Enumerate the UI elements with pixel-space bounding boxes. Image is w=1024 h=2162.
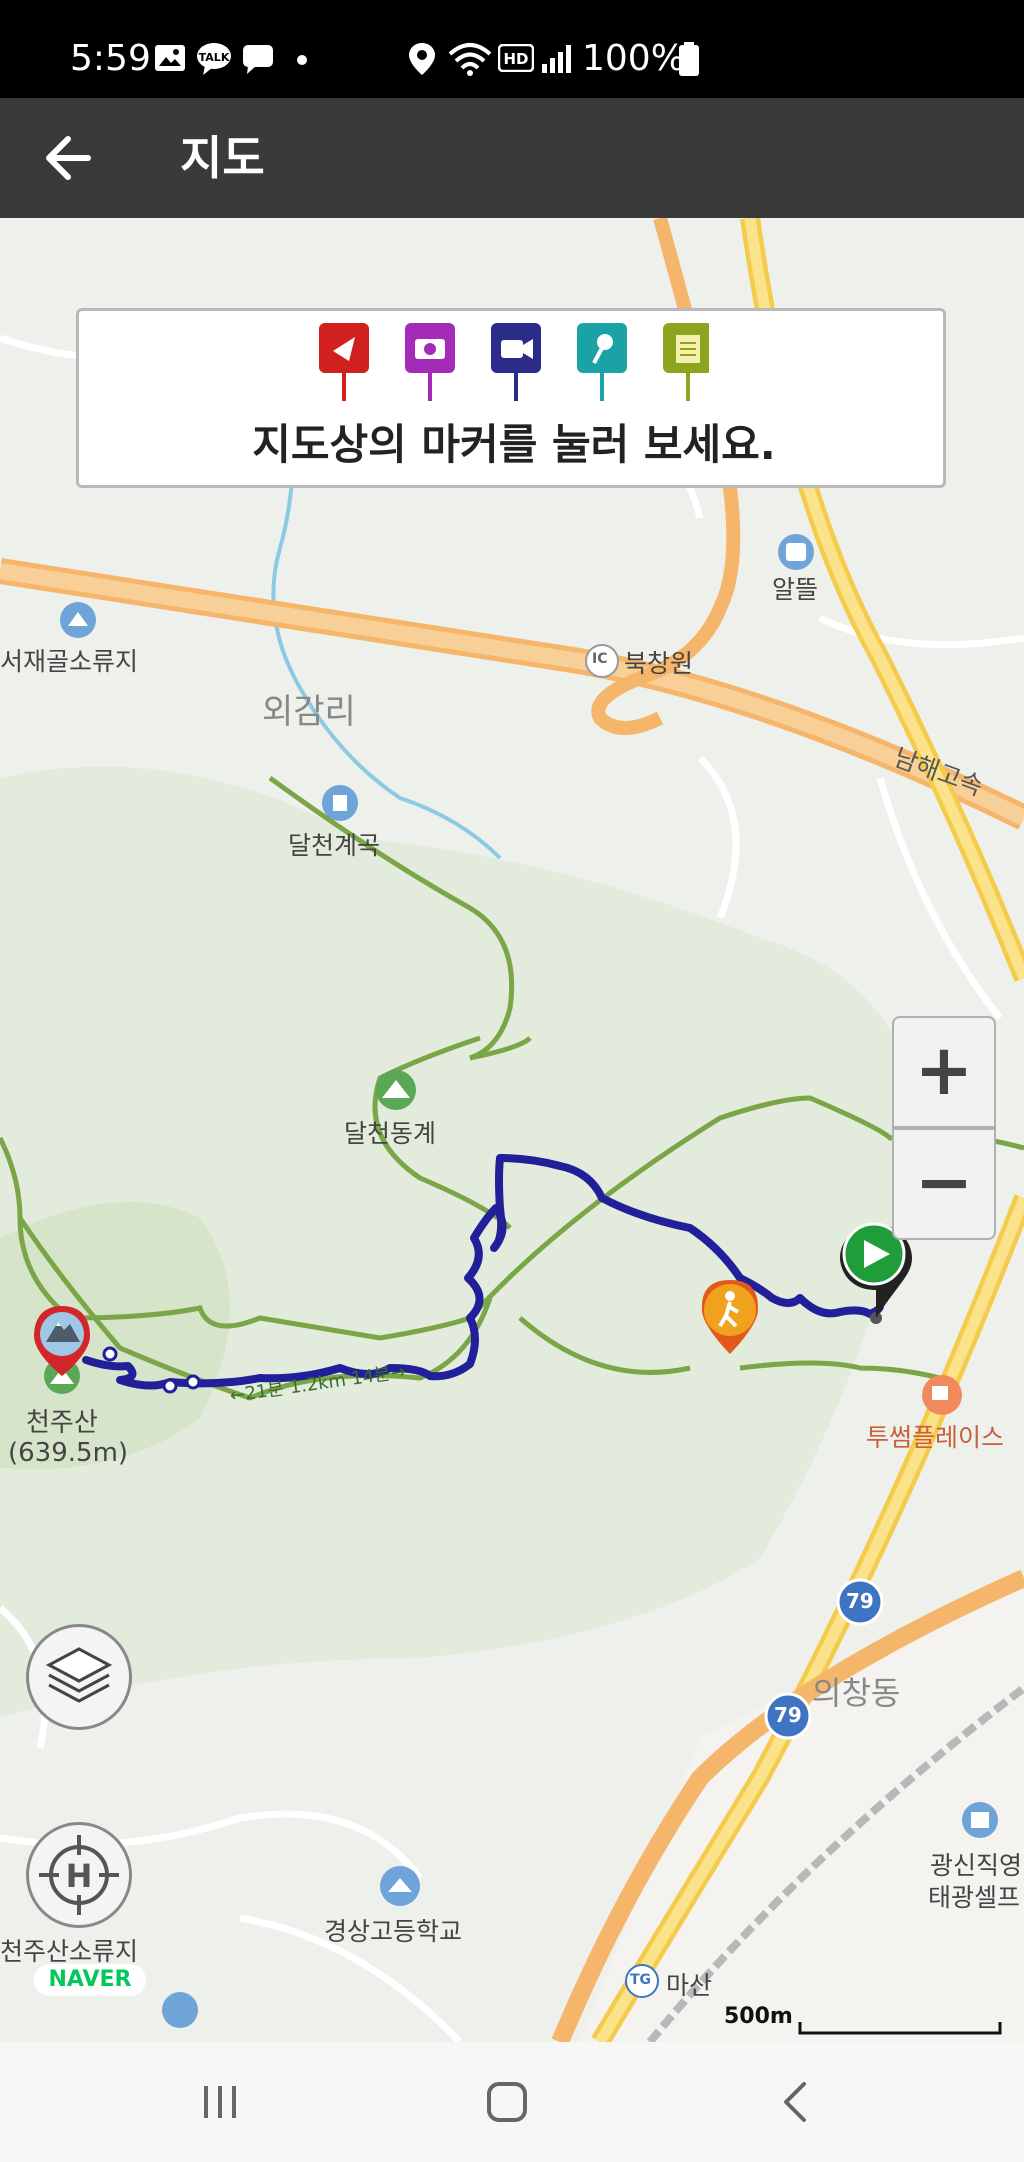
status-time: 5:59 (70, 38, 151, 79)
marker-legend: 지도상의 마커를 눌러 보세요. (76, 308, 946, 488)
label-aldde: 알뜰 (772, 575, 819, 604)
hd-icon: HD (498, 44, 534, 72)
home-icon (487, 2082, 527, 2122)
layers-button[interactable] (26, 1624, 132, 1730)
scale-label: 500m (724, 2004, 793, 2029)
label-cheonjusan: 천주산 (26, 1408, 98, 1438)
camera-marker-icon (405, 323, 455, 401)
map-scale: 500m (724, 2004, 1004, 2038)
label-masan: 마산 (666, 1971, 713, 2000)
label-route-79b: 79 (774, 1703, 802, 1727)
flag-marker-icon (319, 323, 369, 401)
label-dalcheon-valley: 달천계곡 (288, 831, 381, 860)
status-bar: 5:59 TALK HD 100% (0, 0, 1024, 98)
home-location-icon: H (39, 1835, 119, 1915)
label-cheonjusan-height: (639.5m) (8, 1438, 129, 1468)
waypoint (185, 1374, 201, 1390)
system-nav-bar (0, 2042, 1024, 2162)
poi-icon-cafe (922, 1375, 962, 1415)
label-dalcheon-donggye: 달천동계 (344, 1119, 437, 1148)
label-ic: IC (592, 651, 608, 667)
poi-icon-school (380, 1866, 420, 1906)
zoom-out-icon: − (914, 1141, 974, 1223)
waypoint (102, 1346, 118, 1362)
home-button[interactable] (457, 2062, 557, 2142)
label-uichang: 의창동 (812, 1674, 901, 1712)
app-bar: 지도 (0, 98, 1024, 218)
waypoint (162, 1378, 178, 1394)
back-button[interactable] (30, 118, 110, 198)
zoom-in-icon: + (914, 1029, 974, 1111)
back-icon (784, 2082, 806, 2122)
poi-icon-reservoir (60, 602, 96, 638)
label-oegamri: 외감리 (262, 692, 356, 732)
battery-icon (679, 42, 699, 76)
label-bukchangwon: 북창원 (624, 649, 694, 678)
layers-icon (45, 1647, 113, 1703)
zoom-out-button[interactable]: − (892, 1128, 996, 1240)
video-marker-icon (491, 323, 541, 401)
wifi-icon (448, 43, 492, 76)
voice-marker-icon (577, 323, 627, 401)
label-tosome: 투썸플레이스 (866, 1423, 1005, 1452)
home-location-button[interactable]: H (26, 1822, 132, 1928)
poi-icon-reservoir-2 (162, 1992, 198, 2028)
svg-text:H: H (66, 1857, 93, 1895)
legend-markers (319, 323, 709, 401)
poi-icon-dalcheon-donggye (376, 1070, 416, 1110)
zoom-in-button[interactable]: + (892, 1016, 996, 1128)
recent-apps-icon (204, 2086, 236, 2118)
scale-bar (798, 2022, 1002, 2035)
poi-icon-aldde (778, 534, 814, 570)
dot-icon (297, 55, 307, 65)
label-tg: TG (630, 1972, 652, 1988)
naver-logo: NAVER (34, 1964, 146, 1996)
label-cheonjusan-reservoir: 천주산소류지 (0, 1937, 139, 1966)
system-back-button[interactable] (744, 2062, 844, 2142)
page-title: 지도 (180, 131, 265, 185)
label-gyeongsang: 경상고등학교 (324, 1917, 463, 1946)
message-icon (243, 45, 273, 74)
location-icon (409, 43, 435, 75)
signal-icon (542, 45, 571, 73)
recent-apps-button[interactable] (170, 2062, 270, 2142)
gallery-icon (155, 45, 185, 71)
label-route-79a: 79 (846, 1589, 874, 1613)
label-gwangsin-1: 광신직영 (930, 1851, 1023, 1880)
label-seojaegol: 서재골소류지 (0, 647, 139, 676)
poi-icon-station (962, 1802, 998, 1838)
svg-text:TALK: TALK (199, 51, 230, 64)
svg-text:HD: HD (503, 50, 528, 68)
legend-caption: 지도상의 마커를 눌러 보세요. (252, 420, 776, 469)
battery-percent: 100% (582, 38, 685, 79)
map-view[interactable]: 알뜰 IC 북창원 서재골소류지 외감리 남해고속 달천계곡 달천동계 천주산 … (0, 218, 1024, 2042)
memo-marker-icon (663, 323, 709, 401)
map-canvas[interactable] (0, 218, 1024, 2042)
poi-icon-dalcheon-valley (322, 785, 358, 821)
arrow-left-icon (46, 136, 91, 180)
talk-icon: TALK (197, 43, 231, 75)
label-gwangsin-2: 태광셀프 (928, 1883, 1021, 1912)
